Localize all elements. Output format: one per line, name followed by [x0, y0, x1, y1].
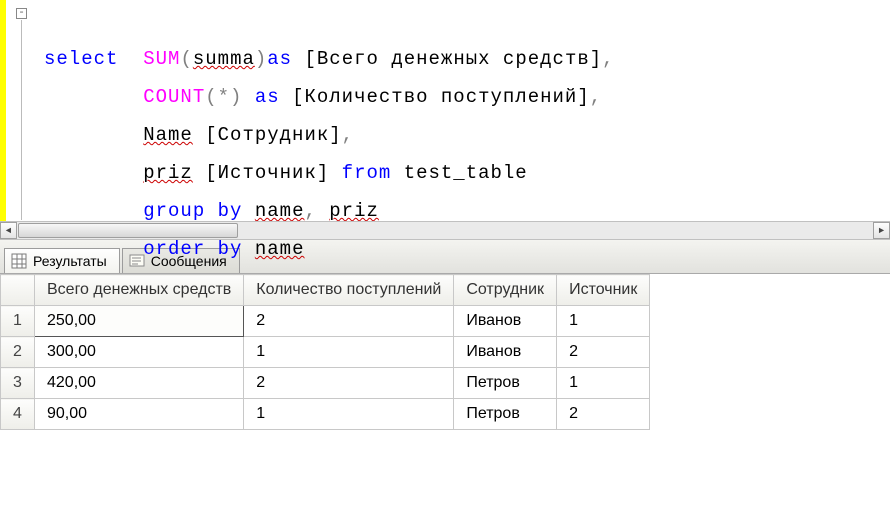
func-sum: SUM	[143, 48, 180, 70]
arg-summa: summa	[193, 48, 255, 70]
horizontal-scrollbar[interactable]: ◄ ►	[0, 221, 890, 239]
keyword-as: as	[255, 86, 280, 108]
alias-2: [Количество поступлений]	[292, 86, 590, 108]
scroll-right-button[interactable]: ►	[873, 222, 890, 239]
cell[interactable]: 2	[557, 337, 650, 368]
alias-4: [Источник]	[205, 162, 329, 184]
sql-editor[interactable]: - select SUM(summa)as [Всего денежных ср…	[0, 0, 890, 240]
cell[interactable]: Иванов	[454, 306, 557, 337]
keyword-by: by	[218, 238, 243, 260]
collapse-toggle[interactable]: -	[16, 8, 27, 19]
cell[interactable]: 1	[244, 337, 454, 368]
cell[interactable]: 1	[557, 306, 650, 337]
code-gutter: -	[8, 2, 36, 226]
col-header[interactable]: Источник	[557, 275, 650, 306]
func-count: COUNT	[143, 86, 205, 108]
keyword-from: from	[342, 162, 392, 184]
cell[interactable]: 300,00	[35, 337, 244, 368]
cell[interactable]: 2	[557, 399, 650, 430]
col-header[interactable]: Всего денежных средств	[35, 275, 244, 306]
row-header[interactable]: 1	[1, 306, 35, 337]
table-row[interactable]: 1 250,00 2 Иванов 1	[1, 306, 650, 337]
alias-3: [Сотрудник]	[205, 124, 341, 146]
results-grid: Всего денежных средств Количество поступ…	[0, 274, 890, 430]
scroll-left-button[interactable]: ◄	[0, 222, 17, 239]
cell[interactable]: 90,00	[35, 399, 244, 430]
keyword-select: select	[44, 48, 118, 70]
table-row[interactable]: 3 420,00 2 Петров 1	[1, 368, 650, 399]
alias-1: [Всего денежных средств]	[305, 48, 603, 70]
keyword-order: order	[143, 238, 205, 260]
table-corner	[1, 275, 35, 306]
col-priz: priz	[143, 162, 193, 184]
change-indicator	[0, 0, 6, 224]
cell[interactable]: 250,00	[35, 306, 244, 337]
cell[interactable]: Иванов	[454, 337, 557, 368]
cell[interactable]: Петров	[454, 399, 557, 430]
scroll-thumb[interactable]	[18, 223, 238, 238]
col-name: Name	[143, 124, 193, 146]
row-header[interactable]: 2	[1, 337, 35, 368]
table-row[interactable]: 2 300,00 1 Иванов 2	[1, 337, 650, 368]
keyword-by: by	[218, 200, 243, 222]
row-header[interactable]: 4	[1, 399, 35, 430]
scroll-track[interactable]	[17, 222, 873, 239]
cell[interactable]: 420,00	[35, 368, 244, 399]
cell[interactable]: Петров	[454, 368, 557, 399]
row-header[interactable]: 3	[1, 368, 35, 399]
table-name: test_table	[404, 162, 528, 184]
table-row[interactable]: 4 90,00 1 Петров 2	[1, 399, 650, 430]
cell[interactable]: 1	[557, 368, 650, 399]
cell[interactable]: 2	[244, 368, 454, 399]
cell[interactable]: 1	[244, 399, 454, 430]
col-header[interactable]: Количество поступлений	[244, 275, 454, 306]
results-table[interactable]: Всего денежных средств Количество поступ…	[0, 274, 650, 430]
keyword-group: group	[143, 200, 205, 222]
col-header[interactable]: Сотрудник	[454, 275, 557, 306]
grid-icon	[11, 253, 27, 269]
keyword-as: as	[267, 48, 292, 70]
cell[interactable]: 2	[244, 306, 454, 337]
